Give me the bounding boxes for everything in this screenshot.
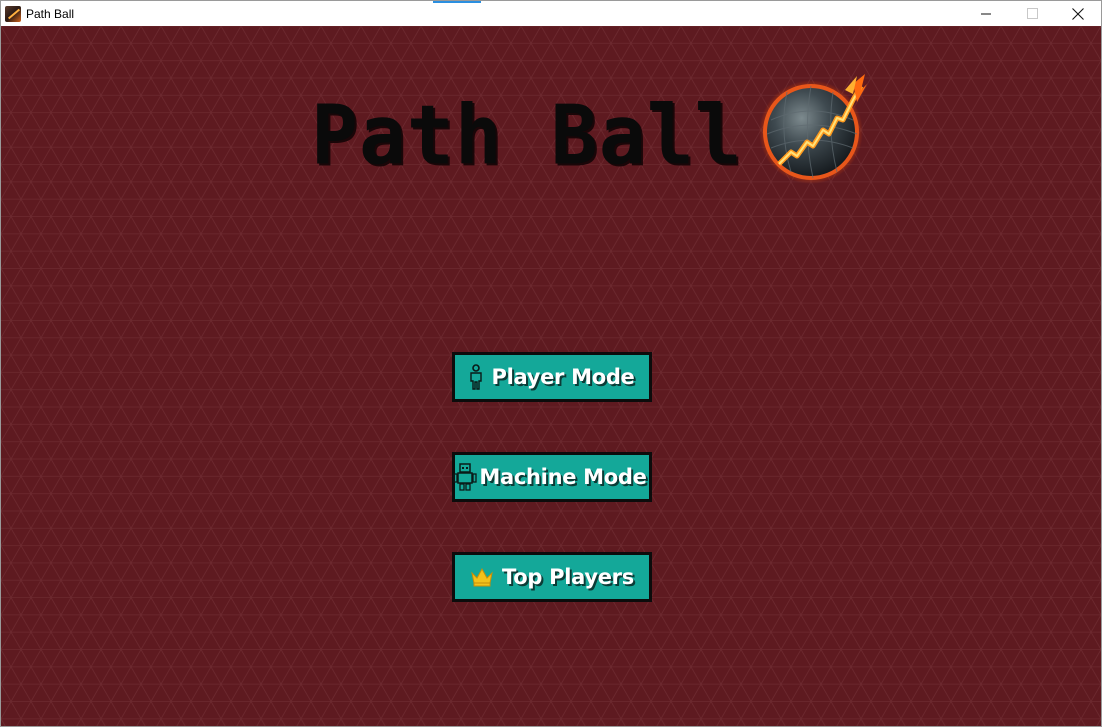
close-icon <box>1072 7 1084 20</box>
flaming-ball-icon <box>758 74 867 184</box>
window-title: Path Ball <box>26 6 75 21</box>
top-players-button[interactable]: Top Players <box>452 552 652 602</box>
top-players-label: Top Players <box>502 565 634 589</box>
app-window: Path Ball Path Ball Player Mode Machine … <box>0 0 1102 727</box>
player-mode-label: Player Mode <box>491 365 635 389</box>
minimize-button[interactable] <box>963 1 1009 26</box>
crown-icon <box>470 567 494 587</box>
machine-mode-label: Machine Mode <box>479 465 647 489</box>
window-controls <box>963 1 1101 26</box>
maximize-button[interactable] <box>1009 1 1055 26</box>
maximize-icon <box>1026 8 1038 19</box>
robot-icon <box>453 463 478 491</box>
window-titlebar[interactable]: Path Ball <box>1 1 1101 26</box>
game-canvas: Path Ball Player Mode Machine Mode Top P… <box>1 26 1101 726</box>
person-icon <box>469 364 483 390</box>
minimize-icon <box>980 13 991 15</box>
game-title: Path Ball <box>311 88 743 184</box>
game-logo: Path Ball <box>311 74 869 196</box>
machine-mode-button[interactable]: Machine Mode <box>452 452 652 502</box>
titlebar-accent <box>433 1 481 3</box>
app-icon <box>5 5 21 22</box>
close-button[interactable] <box>1055 1 1101 26</box>
player-mode-button[interactable]: Player Mode <box>452 352 652 402</box>
